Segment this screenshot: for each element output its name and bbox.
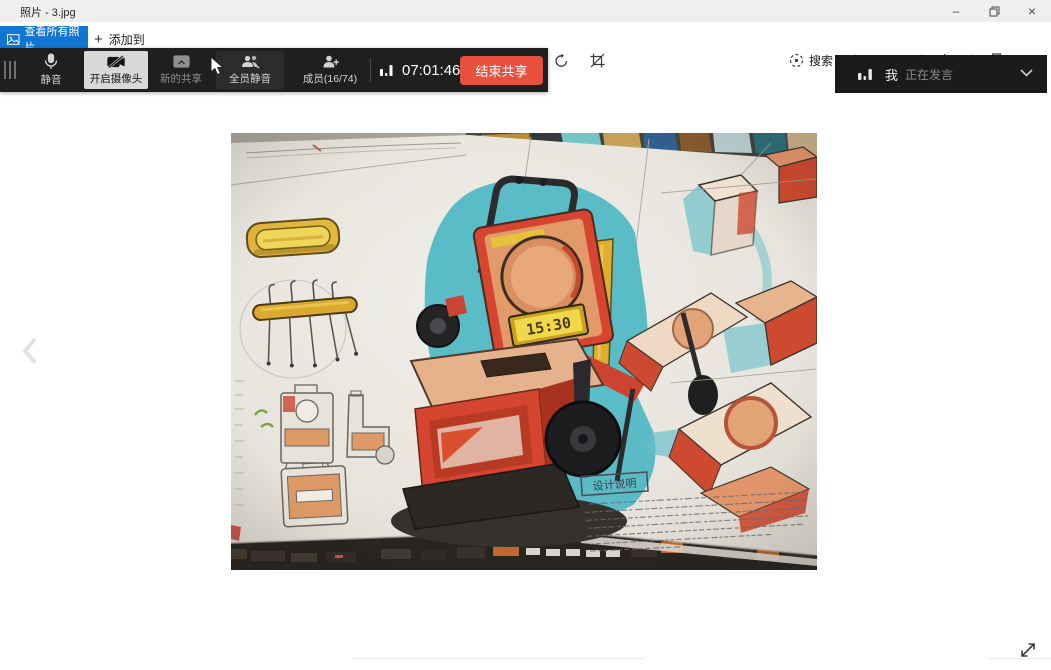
sketch-photo: 15:30 bbox=[231, 133, 817, 570]
add-to-label: 添加到 bbox=[109, 31, 145, 48]
camera-on-button[interactable]: 开启摄像头 bbox=[84, 51, 148, 89]
search-label: 搜索 bbox=[809, 52, 833, 69]
new-share-button[interactable]: 新的共享 bbox=[150, 51, 212, 89]
speaker-status-label: 正在发言 bbox=[905, 66, 953, 83]
rotate-button[interactable] bbox=[552, 51, 570, 69]
plus-icon: + bbox=[94, 31, 103, 48]
mouse-cursor bbox=[210, 56, 226, 82]
speaker-panel[interactable]: 我 正在发言 bbox=[835, 55, 1047, 93]
filmstrip-edge bbox=[352, 658, 645, 659]
search-target-icon bbox=[789, 53, 804, 68]
meeting-timer: 07:01:46 bbox=[379, 48, 460, 92]
mute-all-label: 全员静音 bbox=[229, 71, 271, 86]
picture-icon bbox=[7, 34, 20, 45]
crop-icon bbox=[590, 53, 605, 68]
window-title: 照片 - 3.jpg bbox=[20, 4, 76, 20]
person-add-icon bbox=[322, 54, 339, 69]
share-screen-icon bbox=[173, 55, 190, 69]
previous-photo-button[interactable] bbox=[22, 337, 38, 370]
speaking-bars-icon bbox=[857, 66, 875, 83]
people-mute-icon bbox=[241, 54, 260, 69]
camera-off-icon bbox=[107, 55, 125, 69]
diagonal-resize-icon bbox=[1018, 640, 1038, 660]
restore-icon bbox=[989, 6, 1000, 17]
close-button[interactable]: × bbox=[1013, 0, 1051, 22]
mute-all-button[interactable]: 全员静音 bbox=[216, 51, 284, 89]
meeting-toolbar: 静音 开启摄像头 新的共享 全员静音 成员(16/74) 07:01:46 结束… bbox=[0, 48, 548, 92]
microphone-icon bbox=[44, 53, 58, 70]
fullscreen-resize-button[interactable] bbox=[1018, 640, 1038, 665]
new-share-label: 新的共享 bbox=[160, 71, 202, 86]
signal-bars-icon bbox=[379, 62, 395, 78]
search-button[interactable]: 搜索 bbox=[789, 49, 833, 71]
mute-button[interactable]: 静音 bbox=[22, 51, 80, 89]
timer-value: 07:01:46 bbox=[402, 62, 460, 79]
window-titlebar: 照片 - 3.jpg – × bbox=[0, 0, 1051, 22]
camera-on-label: 开启摄像头 bbox=[90, 71, 143, 86]
photo-viewer-image[interactable]: 15:30 bbox=[231, 133, 817, 570]
end-share-button[interactable]: 结束共享 bbox=[460, 56, 543, 85]
members-label: 成员(16/74) bbox=[303, 71, 357, 86]
mute-label: 静音 bbox=[41, 72, 62, 87]
window-controls: – × bbox=[937, 0, 1051, 22]
chevron-left-icon bbox=[22, 337, 38, 365]
toolbar-divider bbox=[370, 58, 371, 82]
drag-handle-icon[interactable] bbox=[4, 61, 16, 79]
restore-button[interactable] bbox=[975, 0, 1013, 22]
close-icon: × bbox=[1028, 3, 1036, 19]
chevron-down-icon[interactable] bbox=[1020, 69, 1033, 77]
minimize-button[interactable]: – bbox=[937, 0, 975, 22]
speaker-me-label: 我 bbox=[885, 65, 898, 84]
members-button[interactable]: 成员(16/74) bbox=[292, 51, 368, 89]
crop-button[interactable] bbox=[588, 51, 606, 69]
rotate-icon bbox=[554, 53, 569, 68]
minimize-icon: – bbox=[953, 4, 960, 18]
